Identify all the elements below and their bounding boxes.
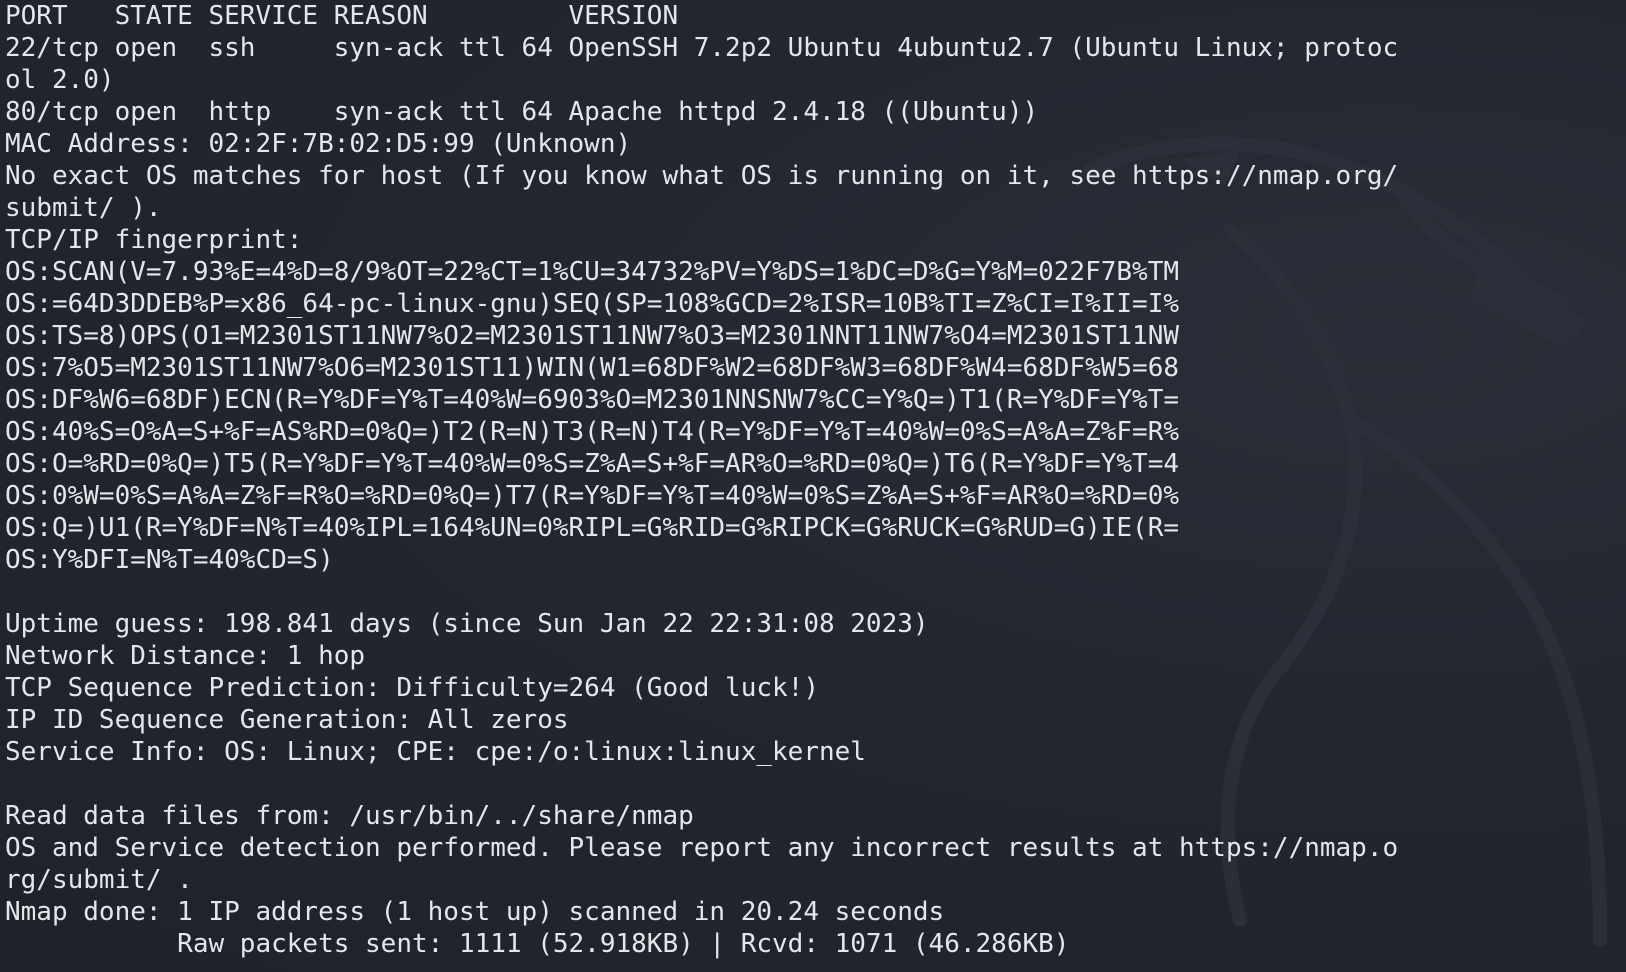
output-line: OS:0%W=0%S=A%A=Z%F=R%O=%RD=0%Q=)T7(R=Y%D… <box>5 481 1179 511</box>
terminal-window[interactable]: PORT STATE SERVICE REASON VERSION 22/tcp … <box>0 0 1626 972</box>
output-line: rg/submit/ . <box>5 865 193 895</box>
output-line: OS:O=%RD=0%Q=)T5(R=Y%DF=Y%T=40%W=0%S=Z%A… <box>5 449 1179 479</box>
output-line: OS:7%O5=M2301ST11NW7%O6=M2301ST11)WIN(W1… <box>5 353 1179 383</box>
output-line: OS:TS=8)OPS(O1=M2301ST11NW7%O2=M2301ST11… <box>5 321 1179 351</box>
output-line: OS:Y%DFI=N%T=40%CD=S) <box>5 545 334 575</box>
output-line: OS:DF%W6=68DF)ECN(R=Y%DF=Y%T=40%W=6903%O… <box>5 385 1179 415</box>
terminal-output[interactable]: PORT STATE SERVICE REASON VERSION 22/tcp … <box>5 0 1615 960</box>
output-line: OS:Q=)U1(R=Y%DF=N%T=40%IPL=164%UN=0%RIPL… <box>5 513 1179 543</box>
output-line: Nmap done: 1 IP address (1 host up) scan… <box>5 897 945 927</box>
output-line: IP ID Sequence Generation: All zeros <box>5 705 569 735</box>
output-line: TCP/IP fingerprint: <box>5 225 303 255</box>
output-line: Read data files from: /usr/bin/../share/… <box>5 801 694 831</box>
output-line: OS and Service detection performed. Plea… <box>5 833 1399 863</box>
output-line: ol 2.0) <box>5 65 115 95</box>
output-line: TCP Sequence Prediction: Difficulty=264 … <box>5 673 819 703</box>
output-line: 80/tcp open http syn-ack ttl 64 Apache h… <box>5 97 1039 127</box>
output-line: Raw packets sent: 1111 (52.918KB) | Rcvd… <box>5 929 1070 959</box>
output-line: Network Distance: 1 hop <box>5 641 366 671</box>
output-line: Service Info: OS: Linux; CPE: cpe:/o:lin… <box>5 737 866 767</box>
output-line: Uptime guess: 198.841 days (since Sun Ja… <box>5 609 929 639</box>
output-line: MAC Address: 02:2F:7B:02:D5:99 (Unknown) <box>5 129 632 159</box>
output-line: OS:SCAN(V=7.93%E=4%D=8/9%OT=22%CT=1%CU=3… <box>5 257 1179 287</box>
output-line: submit/ ). <box>5 193 162 223</box>
output-line: PORT STATE SERVICE REASON VERSION <box>5 1 679 31</box>
output-line: 22/tcp open ssh syn-ack ttl 64 OpenSSH 7… <box>5 33 1399 63</box>
output-line: OS:40%S=O%A=S+%F=AS%RD=0%Q=)T2(R=N)T3(R=… <box>5 417 1179 447</box>
output-line: No exact OS matches for host (If you kno… <box>5 161 1399 191</box>
output-line: OS:=64D3DDEB%P=x86_64-pc-linux-gnu)SEQ(S… <box>5 289 1179 319</box>
